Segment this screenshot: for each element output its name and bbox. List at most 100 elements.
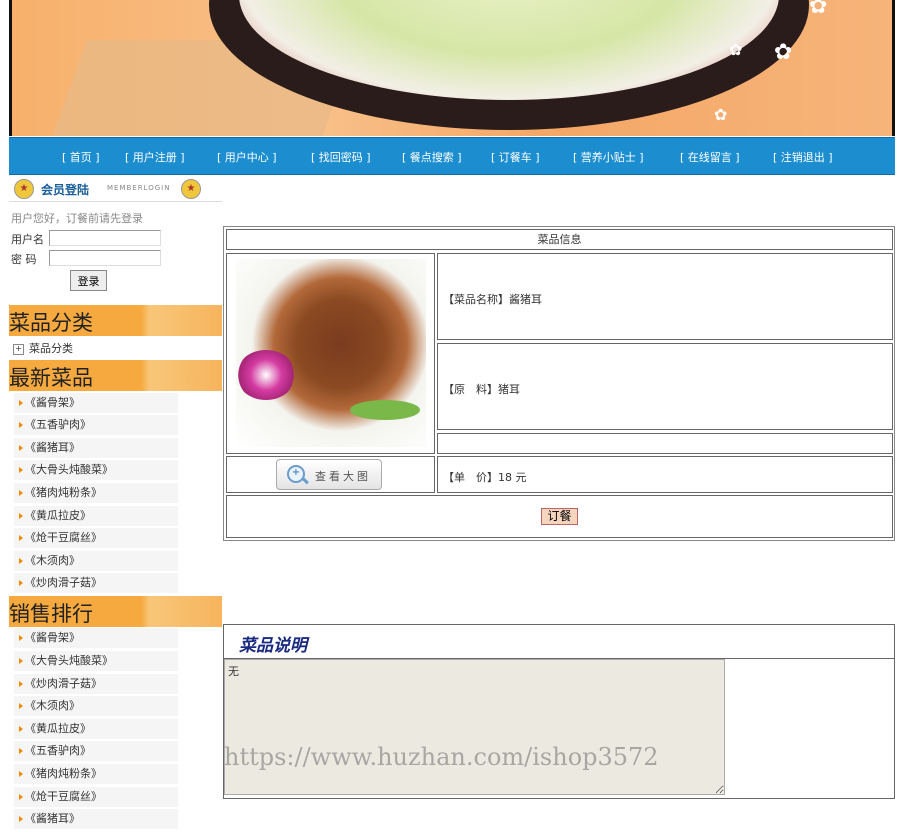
order-button[interactable]: 订餐 — [541, 508, 578, 525]
sales-item[interactable]: 《炝干豆腐丝》 — [14, 787, 178, 808]
member-icon: ★ — [181, 179, 201, 199]
ingredient-label: 【原 料】 — [443, 383, 498, 396]
sales-item[interactable]: 《猪肉炖粉条》 — [14, 764, 178, 785]
login-hint: 用户您好，订餐前请先登录 — [11, 212, 143, 225]
newest-item-label: 《炒肉滑子菇》 — [25, 576, 102, 589]
arrow-icon — [19, 635, 23, 641]
magnifier-handle — [301, 476, 309, 485]
category-title: 菜品分类 — [9, 311, 93, 335]
arrow-icon — [19, 794, 23, 800]
arrow-icon — [19, 467, 23, 473]
sales-item[interactable]: 《黄瓜拉皮》 — [14, 719, 178, 740]
category-tree-item[interactable]: + 菜品分类 — [13, 340, 73, 356]
header-banner: ✿ ✿ ✿ ✿ — [9, 0, 895, 136]
arrow-icon — [19, 513, 23, 519]
arrow-icon — [19, 535, 23, 541]
newest-item[interactable]: 《炝干豆腐丝》 — [14, 528, 178, 549]
category-item-label: 菜品分类 — [29, 342, 73, 355]
watermark: https://www.huzhan.com/ishop3572 — [224, 743, 659, 771]
sales-header: 销售排行 — [9, 596, 222, 627]
newest-item[interactable]: 《大骨头炖酸菜》 — [14, 460, 178, 481]
arrow-icon — [19, 580, 23, 586]
sales-item[interactable]: 《木须肉》 — [14, 696, 178, 717]
sales-item-label: 《黄瓜拉皮》 — [25, 722, 91, 735]
view-large-image-button[interactable]: + 查看大图 — [276, 459, 382, 490]
newest-item-label: 《酱骨架》 — [25, 396, 80, 409]
view-large-image-label: 查看大图 — [315, 470, 371, 483]
newest-item-label: 《木须肉》 — [25, 554, 80, 567]
login-title: 会员登陆 — [41, 183, 90, 197]
dish-table-title: 菜品信息 — [226, 229, 893, 250]
nav-search[interactable]: [ 餐点搜索 ] — [402, 149, 462, 165]
newest-item[interactable]: 《黄瓜拉皮》 — [14, 506, 178, 527]
login-button[interactable]: 登录 — [70, 270, 107, 291]
newest-header: 最新菜品 — [9, 360, 222, 391]
price-value: 18 元 — [498, 471, 527, 484]
newest-item[interactable]: 《五香驴肉》 — [14, 415, 178, 436]
sales-item-label: 《酱猪耳》 — [25, 812, 80, 825]
sales-item-label: 《五香驴肉》 — [25, 744, 91, 757]
newest-item[interactable]: 《酱骨架》 — [14, 393, 178, 414]
category-header: 菜品分类 — [9, 305, 222, 336]
sales-item-label: 《大骨头炖酸菜》 — [25, 654, 113, 667]
sales-item-label: 《炝干豆腐丝》 — [25, 790, 102, 803]
dish-name-cell: 【菜品名称】酱猪耳 — [437, 253, 893, 340]
sales-item-label: 《炒肉滑子菇》 — [25, 677, 102, 690]
login-subtitle: MEMBERLOGIN — [107, 184, 171, 192]
member-icon: ★ — [14, 179, 34, 199]
newest-item-label: 《大骨头炖酸菜》 — [25, 463, 113, 476]
arrow-icon — [19, 490, 23, 496]
nav-logout[interactable]: [ 注销退出 ] — [773, 149, 833, 165]
arrow-icon — [19, 445, 23, 451]
arrow-icon — [19, 748, 23, 754]
price-cell: 【单 价】18 元 — [437, 456, 893, 493]
nav-cart[interactable]: [ 订餐车 ] — [491, 149, 540, 165]
greens-garnish — [350, 400, 420, 420]
sales-title: 销售排行 — [9, 602, 93, 626]
dish-name: 酱猪耳 — [509, 293, 542, 306]
newest-item[interactable]: 《猪肉炖粉条》 — [14, 483, 178, 504]
description-title: 菜品说明 — [239, 636, 307, 656]
newest-item-label: 《猪肉炖粉条》 — [25, 486, 102, 499]
dish-ingredient-cell: 【原 料】猪耳 — [437, 343, 893, 430]
sales-item[interactable]: 《炒肉滑子菇》 — [14, 674, 178, 695]
arrow-icon — [19, 681, 23, 687]
arrow-icon — [19, 703, 23, 709]
newest-item[interactable]: 《炒肉滑子菇》 — [14, 573, 178, 594]
empty-cell — [437, 433, 893, 454]
password-label: 密 码 — [11, 253, 37, 266]
arrow-icon — [19, 558, 23, 564]
login-header: ★ 会员登陆 MEMBERLOGIN ★ — [9, 177, 222, 202]
ingredient-value: 猪耳 — [498, 383, 520, 396]
description-textarea[interactable]: 无 — [224, 659, 725, 795]
newest-title: 最新菜品 — [9, 366, 93, 390]
nav-guestbook[interactable]: [ 在线留言 ] — [680, 149, 740, 165]
sales-item[interactable]: 《大骨头炖酸菜》 — [14, 651, 178, 672]
password-input[interactable] — [49, 250, 161, 266]
arrow-icon — [19, 726, 23, 732]
arrow-icon — [19, 771, 23, 777]
dish-name-label: 【菜品名称】 — [443, 293, 509, 306]
price-label: 【单 价】 — [443, 471, 498, 484]
newest-item[interactable]: 《酱猪耳》 — [14, 438, 178, 459]
arrow-icon — [19, 658, 23, 664]
newest-item-label: 《酱猪耳》 — [25, 441, 80, 454]
nav-home[interactable]: [ 首页 ] — [62, 149, 100, 165]
sales-item[interactable]: 《酱猪耳》 — [14, 809, 178, 830]
nav-register[interactable]: [ 用户注册 ] — [125, 149, 185, 165]
description-header: 菜品说明 — [224, 625, 894, 659]
sales-item[interactable]: 《五香驴肉》 — [14, 741, 178, 762]
expand-icon[interactable]: + — [13, 343, 24, 355]
nav-find-password[interactable]: [ 找回密码 ] — [311, 149, 371, 165]
username-label: 用户名 — [11, 233, 44, 246]
nav-user-center[interactable]: [ 用户中心 ] — [217, 149, 277, 165]
newest-item-label: 《五香驴肉》 — [25, 418, 91, 431]
arrow-icon — [19, 816, 23, 822]
main-nav: [ 首页 ] [ 用户注册 ] [ 用户中心 ] [ 找回密码 ] [ 餐点搜索… — [9, 137, 895, 175]
newest-item[interactable]: 《木须肉》 — [14, 551, 178, 572]
sales-item-label: 《猪肉炖粉条》 — [25, 767, 102, 780]
sales-item[interactable]: 《酱骨架》 — [14, 628, 178, 649]
nav-nutrition-tips[interactable]: [ 营养小贴士 ] — [573, 149, 644, 165]
username-input[interactable] — [49, 230, 161, 246]
arrow-icon — [19, 422, 23, 428]
